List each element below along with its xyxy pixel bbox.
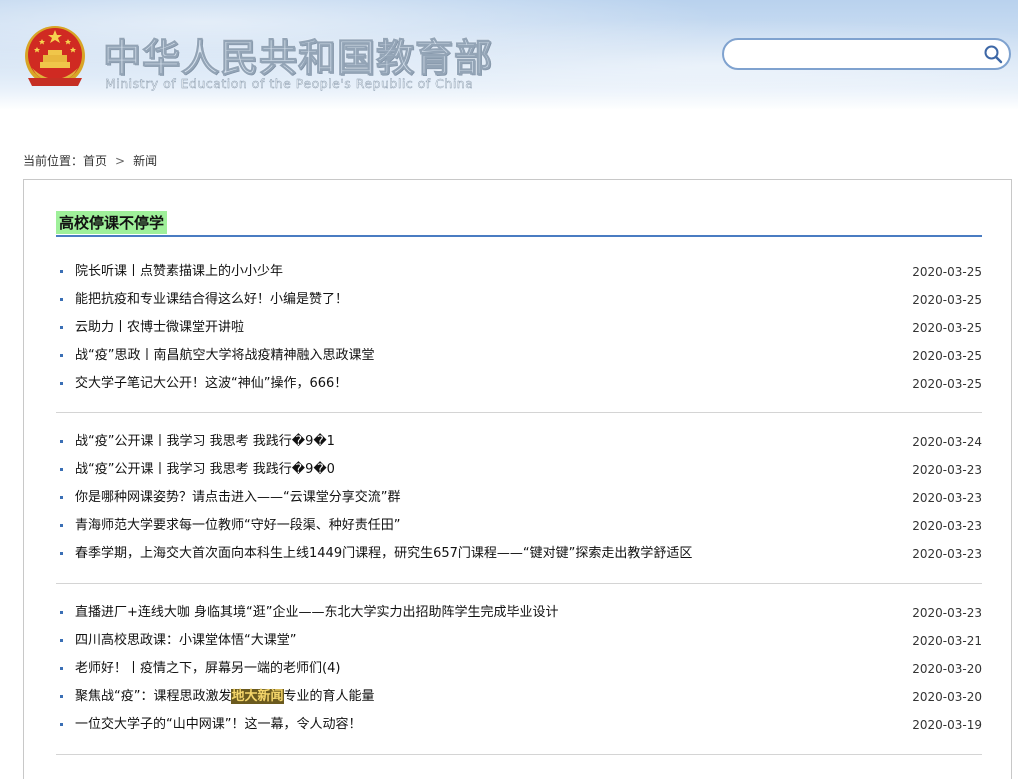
news-title-link[interactable]: 能把抗疫和专业课结合得这么好！小编是赞了！ [75,286,348,314]
news-title-link[interactable]: 四川高校思政课：小课堂体悟“大课堂” [75,627,296,655]
bullet-icon [60,723,63,726]
search-input[interactable] [736,44,975,66]
news-item: 青海师范大学要求每一位教师“守好一段渠、种好责任田” 2020-03-23 [56,512,982,540]
bullet-icon [60,468,63,471]
bullet-icon [60,695,63,698]
news-date: 2020-03-25 [912,293,982,307]
group-divider [56,412,982,413]
news-date: 2020-03-23 [912,606,982,620]
news-title-link[interactable]: 战“疫”公开课丨我学习 我思考 我践行�9�1 [75,428,335,456]
news-item: 直播进厂+连线大咖 身临其境“逛”企业——东北大学实力出招助阵学生完成毕业设计 … [56,599,982,627]
news-title-part: 聚焦战“疫”：课程思政激发 [75,689,232,704]
news-title-part: 专业的育人能量 [283,689,375,704]
bullet-icon [60,298,63,301]
bullet-icon [60,496,63,499]
bullet-icon [60,552,63,555]
news-title-link[interactable]: 一位交大学子的“山中网课”！这一幕，令人动容！ [75,711,361,739]
search-box [722,38,1011,70]
news-item: 你是哪种网课姿势？请点击进入——“云课堂分享交流”群 2020-03-23 [56,484,982,512]
bullet-icon [60,440,63,443]
site-header: 中华人民共和国教育部 Ministry of Education of the … [0,0,1018,110]
news-title-link[interactable]: 青海师范大学要求每一位教师“守好一段渠、种好责任田” [75,512,400,540]
bullet-icon [60,524,63,527]
news-item: 老师好！丨疫情之下，屏幕另一端的老师们(4) 2020-03-20 [56,655,982,683]
news-title-link[interactable]: 你是哪种网课姿势？请点击进入——“云课堂分享交流”群 [75,484,400,512]
news-item: 能把抗疫和专业课结合得这么好！小编是赞了！ 2020-03-25 [56,286,982,314]
news-title-link[interactable]: 直播进厂+连线大咖 身临其境“逛”企业——东北大学实力出招助阵学生完成毕业设计 [75,599,559,627]
news-item: 院长听课丨点赞素描课上的小小少年 2020-03-25 [56,258,982,286]
news-date: 2020-03-23 [912,519,982,533]
highlight-tag: 地大新闻 [231,689,284,704]
bullet-icon [60,639,63,642]
news-item: 交大学子笔记大公开！这波“神仙”操作，666！ 2020-03-25 [56,370,982,398]
news-date: 2020-03-23 [912,463,982,477]
bullet-icon [60,354,63,357]
news-title-link[interactable]: 院长听课丨点赞素描课上的小小少年 [75,258,283,286]
news-date: 2020-03-24 [912,435,982,449]
site-title[interactable]: 中华人民共和国教育部 [102,27,493,82]
breadcrumb-prefix: 当前位置： [23,154,84,168]
news-title-link[interactable]: 春季学期，上海交大首次面向本科生上线1449门课程，研究生657门课程——“键对… [75,540,692,568]
news-title-link[interactable]: 云助力丨农博士微课堂开讲啦 [75,314,244,342]
news-date: 2020-03-25 [912,349,982,363]
news-item: 云助力丨农博士微课堂开讲啦 2020-03-25 [56,314,982,342]
breadcrumb: 当前位置：首页 > 新闻 [23,152,157,169]
news-item: 春季学期，上海交大首次面向本科生上线1449门课程，研究生657门课程——“键对… [56,540,982,568]
news-date: 2020-03-20 [912,662,982,676]
group-divider [56,754,982,755]
breadcrumb-current[interactable]: 新闻 [133,154,157,168]
news-group-1: 院长听课丨点赞素描课上的小小少年 2020-03-25 能把抗疫和专业课结合得这… [56,258,982,398]
breadcrumb-home[interactable]: 首页 [83,154,107,168]
news-date: 2020-03-25 [912,265,982,279]
news-date: 2020-03-19 [912,718,982,732]
search-icon[interactable] [983,44,1003,64]
news-item: 聚焦战“疫”：课程思政激发地大新闻专业的育人能量 2020-03-20 [56,683,982,711]
section-underline [56,235,982,237]
group-divider [56,583,982,584]
news-panel: 高校停课不停学 院长听课丨点赞素描课上的小小少年 2020-03-25 能把抗疫… [23,179,1012,779]
news-item: 四川高校思政课：小课堂体悟“大课堂” 2020-03-21 [56,627,982,655]
news-title-link[interactable]: 战“疫”公开课丨我学习 我思考 我践行�9�0 [75,456,335,484]
bullet-icon [60,382,63,385]
news-date: 2020-03-25 [912,321,982,335]
site-subtitle: Ministry of Education of the People's Re… [105,76,474,91]
section-title: 高校停课不停学 [56,211,168,234]
news-date: 2020-03-25 [912,377,982,391]
news-date: 2020-03-20 [912,690,982,704]
news-group-2: 战“疫”公开课丨我学习 我思考 我践行�9�1 2020-03-24 战“疫”公… [56,428,982,568]
news-date: 2020-03-23 [912,547,982,561]
news-item: 战“疫”公开课丨我学习 我思考 我践行�9�0 2020-03-23 [56,456,982,484]
bullet-icon [60,667,63,670]
news-item: 一位交大学子的“山中网课”！这一幕，令人动容！ 2020-03-19 [56,711,982,739]
news-date: 2020-03-21 [912,634,982,648]
news-group-3: 直播进厂+连线大咖 身临其境“逛”企业——东北大学实力出招助阵学生完成毕业设计 … [56,599,982,739]
bullet-icon [60,611,63,614]
news-item: 战“疫”思政丨南昌航空大学将战疫精神融入思政课堂 2020-03-25 [56,342,982,370]
news-date: 2020-03-23 [912,491,982,505]
news-title-link[interactable]: 战“疫”思政丨南昌航空大学将战疫精神融入思政课堂 [75,342,374,370]
news-title-link[interactable]: 老师好！丨疫情之下，屏幕另一端的老师们(4) [75,655,340,683]
bullet-icon [60,270,63,273]
breadcrumb-separator: > [115,153,126,168]
news-title-link[interactable]: 聚焦战“疫”：课程思政激发地大新闻专业的育人能量 [75,683,375,711]
national-emblem-icon[interactable] [22,22,88,92]
news-item: 战“疫”公开课丨我学习 我思考 我践行�9�1 2020-03-24 [56,428,982,456]
bullet-icon [60,326,63,329]
news-title-link[interactable]: 交大学子笔记大公开！这波“神仙”操作，666！ [75,370,347,398]
